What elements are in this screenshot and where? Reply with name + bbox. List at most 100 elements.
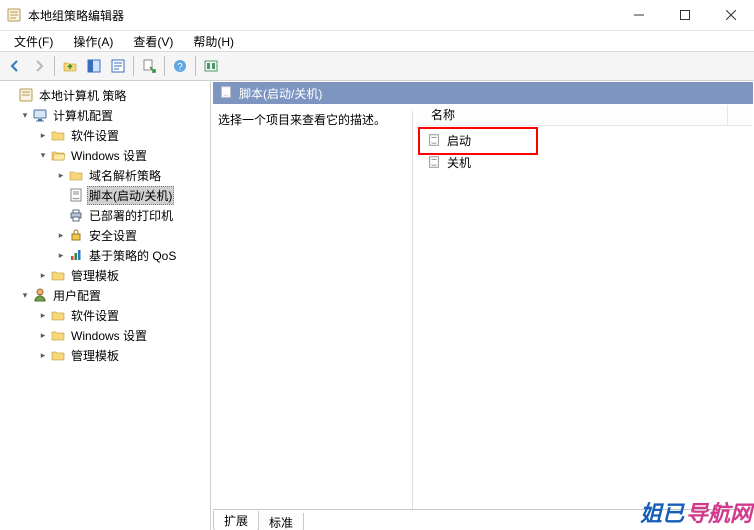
column-header-name[interactable]: 名称: [417, 105, 728, 126]
titlebar: 本地组策略编辑器: [0, 0, 754, 31]
script-icon: [427, 155, 441, 169]
filter-button[interactable]: [200, 55, 222, 77]
tree-label: Windows 设置: [69, 326, 149, 345]
folder-icon: [50, 307, 66, 323]
script-icon: [68, 187, 84, 203]
app-icon: [6, 7, 22, 23]
folder-icon: [68, 167, 84, 183]
tree-label: 用户配置: [51, 286, 103, 305]
list-item-label: 关机: [447, 154, 471, 171]
tree-windows-settings-c[interactable]: ▾ Windows 设置: [0, 145, 210, 165]
content-header: 脚本(启动/关机): [213, 82, 753, 104]
qos-icon: [68, 247, 84, 263]
svg-text:?: ?: [177, 62, 183, 73]
window-controls: [616, 0, 754, 30]
content-header-title: 脚本(启动/关机): [239, 85, 322, 102]
tree-software-settings-u[interactable]: ▸ 软件设置: [0, 305, 210, 325]
column-header-spacer: [728, 105, 752, 126]
menu-action[interactable]: 操作(A): [67, 32, 119, 51]
tree-dns-policy[interactable]: ▸ 域名解析策略: [0, 165, 210, 185]
content-pane: 脚本(启动/关机) 选择一个项目来查看它的描述。 名称 启动: [211, 81, 754, 530]
tree-pane: 本地计算机 策略 ▾ 计算机配置 ▸ 软件设置 ▾ Windows 设置 ▸ 域: [0, 81, 211, 530]
close-button[interactable]: [708, 0, 754, 30]
tree-security-settings[interactable]: ▸ 安全设置: [0, 225, 210, 245]
menu-file[interactable]: 文件(F): [8, 32, 59, 51]
tree-scripts[interactable]: 脚本(启动/关机): [0, 185, 210, 205]
lock-icon: [68, 227, 84, 243]
menu-help[interactable]: 帮助(H): [187, 32, 240, 51]
tree-label: 域名解析策略: [87, 166, 163, 185]
folder-icon: [50, 347, 66, 363]
tree-deployed-printers[interactable]: 已部署的打印机: [0, 205, 210, 225]
list-item-label: 启动: [447, 132, 471, 149]
toolbar-separator: [133, 56, 134, 76]
tree-windows-settings-u[interactable]: ▸ Windows 设置: [0, 325, 210, 345]
expander-open-icon[interactable]: ▾: [18, 110, 32, 121]
tree-label: 基于策略的 QoS: [87, 246, 178, 265]
tree-label: 软件设置: [69, 306, 121, 325]
up-button[interactable]: [59, 55, 81, 77]
computer-icon: [32, 107, 48, 123]
expander-open-icon[interactable]: ▾: [18, 290, 32, 301]
menu-view[interactable]: 查看(V): [127, 32, 179, 51]
expander-closed-icon[interactable]: ▸: [36, 330, 50, 341]
list-items: 启动 关机: [417, 125, 752, 173]
tree-user-config[interactable]: ▾ 用户配置: [0, 285, 210, 305]
folder-open-icon: [50, 147, 66, 163]
export-button[interactable]: [138, 55, 160, 77]
folder-icon: [50, 267, 66, 283]
toolbar-separator: [54, 56, 55, 76]
list-item-startup[interactable]: 启动: [417, 129, 752, 151]
description-column: 选择一个项目来查看它的描述。: [218, 111, 408, 128]
tab-label: 标准: [269, 514, 293, 530]
tree-label: 脚本(启动/关机): [87, 186, 174, 205]
tree-label: 本地计算机 策略: [37, 86, 128, 105]
toolbar-separator: [195, 56, 196, 76]
folder-icon: [50, 127, 66, 143]
back-button[interactable]: [4, 55, 26, 77]
help-button[interactable]: ?: [169, 55, 191, 77]
printer-icon: [68, 207, 84, 223]
list-item-shutdown[interactable]: 关机: [417, 151, 752, 173]
tabstrip: 扩展 标准: [213, 509, 753, 530]
window-title: 本地组策略编辑器: [28, 7, 616, 24]
tree-label: 软件设置: [69, 126, 121, 145]
expander-closed-icon[interactable]: ▸: [36, 310, 50, 321]
tab-standard[interactable]: 标准: [258, 513, 304, 530]
expander-closed-icon[interactable]: ▸: [36, 270, 50, 281]
tree-computer-config[interactable]: ▾ 计算机配置: [0, 105, 210, 125]
maximize-button[interactable]: [662, 0, 708, 30]
tab-label: 扩展: [224, 512, 248, 529]
description-prompt: 选择一个项目来查看它的描述。: [218, 113, 386, 127]
menubar: 文件(F) 操作(A) 查看(V) 帮助(H): [0, 31, 754, 52]
properties-button[interactable]: [107, 55, 129, 77]
user-icon: [32, 287, 48, 303]
tree-root[interactable]: 本地计算机 策略: [0, 85, 210, 105]
toolbar-separator: [164, 56, 165, 76]
minimize-button[interactable]: [616, 0, 662, 30]
column-label: 名称: [431, 106, 455, 123]
forward-button[interactable]: [28, 55, 50, 77]
tree-qos[interactable]: ▸ 基于策略的 QoS: [0, 245, 210, 265]
expander-open-icon[interactable]: ▾: [36, 150, 50, 161]
expander-closed-icon[interactable]: ▸: [54, 230, 68, 241]
show-hide-tree-button[interactable]: [83, 55, 105, 77]
tree-label: 管理模板: [69, 346, 121, 365]
column-divider[interactable]: [412, 111, 413, 509]
tree-label: 已部署的打印机: [87, 206, 175, 225]
tree: 本地计算机 策略 ▾ 计算机配置 ▸ 软件设置 ▾ Windows 设置 ▸ 域: [0, 85, 210, 365]
tree-label: 管理模板: [69, 266, 121, 285]
tree-admin-templates-c[interactable]: ▸ 管理模板: [0, 265, 210, 285]
tree-admin-templates-u[interactable]: ▸ 管理模板: [0, 345, 210, 365]
expander-closed-icon[interactable]: ▸: [36, 130, 50, 141]
tree-label: Windows 设置: [69, 146, 149, 165]
tree-software-settings-c[interactable]: ▸ 软件设置: [0, 125, 210, 145]
tab-extended[interactable]: 扩展: [213, 511, 259, 530]
list-header: 名称: [417, 105, 752, 125]
content-body: 脚本(启动/关机) 选择一个项目来查看它的描述。 名称 启动: [212, 81, 754, 530]
expander-closed-icon[interactable]: ▸: [54, 250, 68, 261]
script-icon: [427, 133, 441, 147]
expander-closed-icon[interactable]: ▸: [36, 350, 50, 361]
toolbar: ?: [0, 52, 754, 81]
expander-closed-icon[interactable]: ▸: [54, 170, 68, 181]
